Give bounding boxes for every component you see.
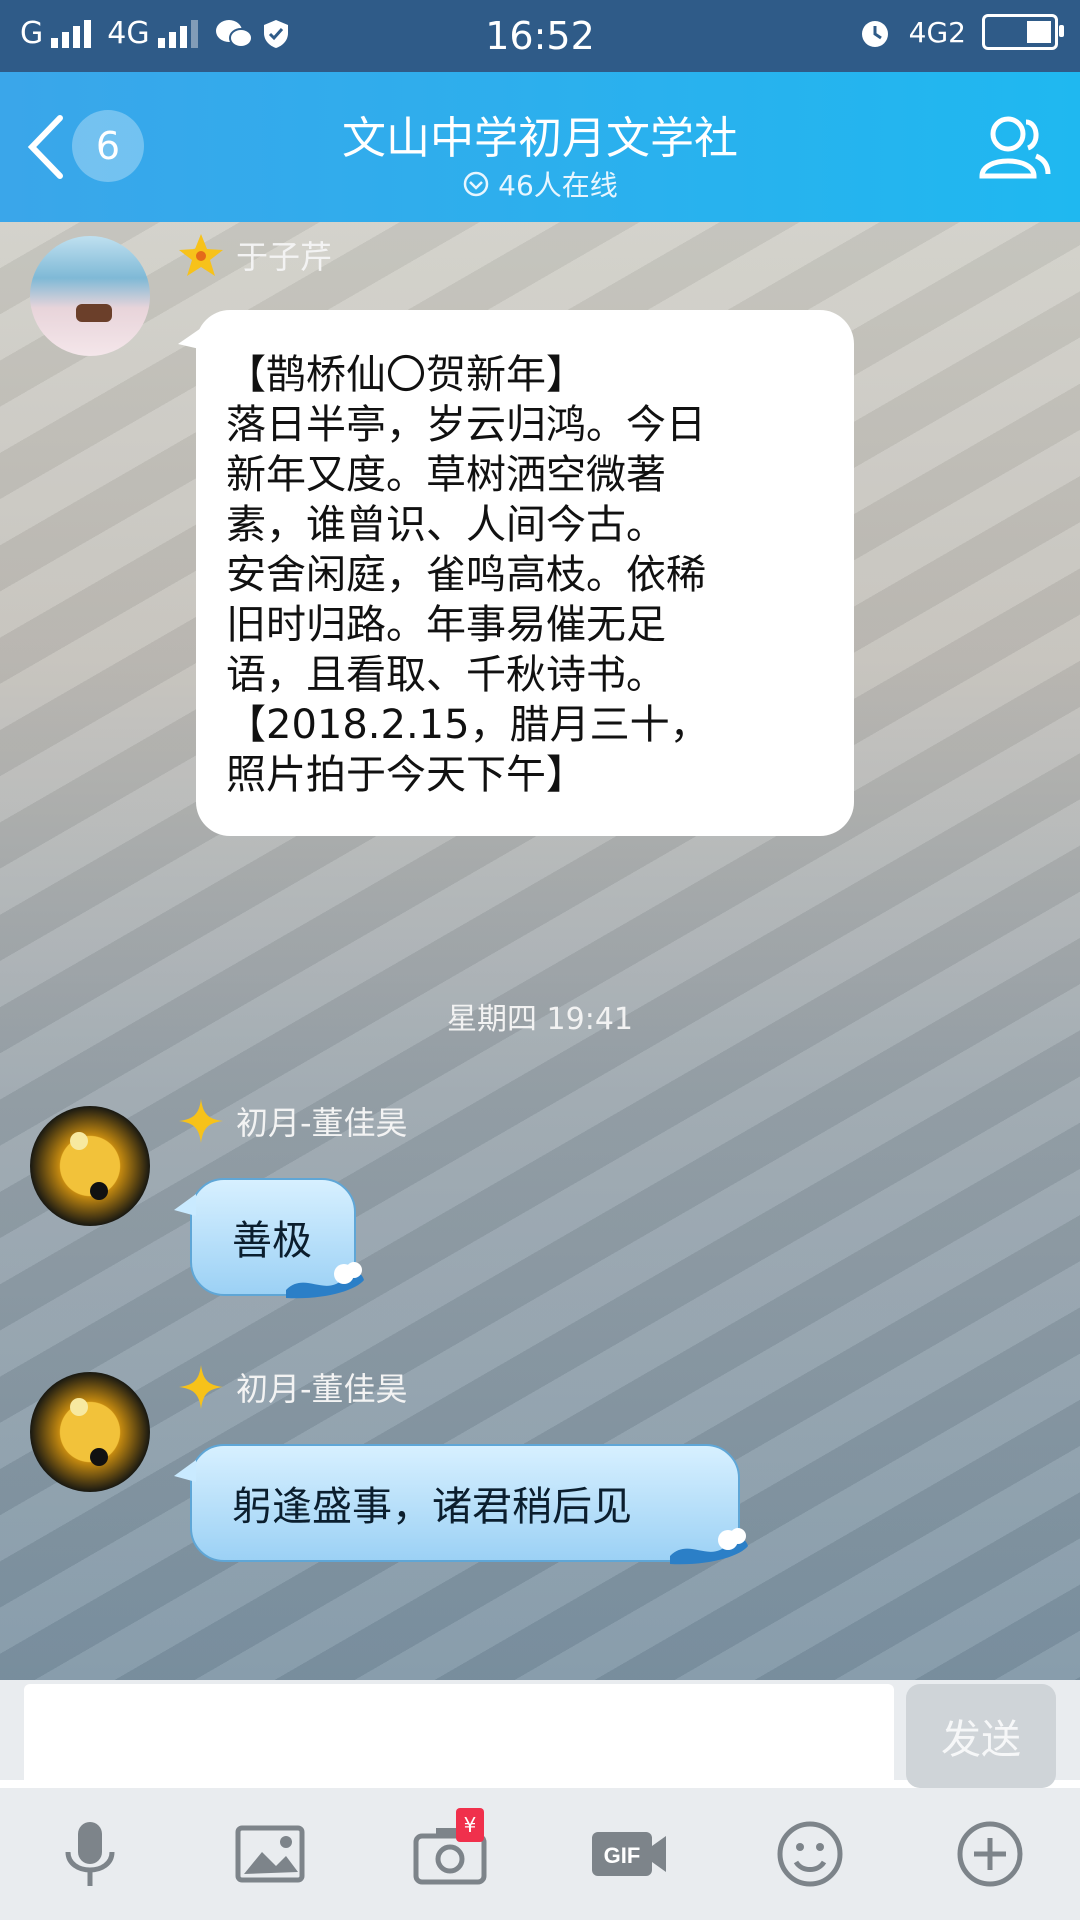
battery-icon [982,14,1064,50]
timestamp: 星期四 19:41 [447,1002,633,1037]
sender-name: 初月-董佳昊 [236,1370,408,1408]
status-bar: G 4G 16:52 4G2 [0,0,1080,72]
message-line: 照片拍于今天下午】 [226,752,586,798]
avatar[interactable] [30,1106,150,1226]
diamond-badge-icon [179,1365,223,1409]
microphone-icon [65,1822,115,1886]
chat-header: 6 文山中学初月文学社 46人在线 [0,72,1080,222]
message-line: 新年又度。草树洒空微著 [226,452,666,498]
network-4g-label: 4G2 [908,15,966,49]
camera-button[interactable]: ¥ [410,1808,490,1894]
emoji-icon [777,1821,843,1887]
plus-icon [957,1821,1023,1887]
red-packet-badge: ¥ [456,1808,484,1842]
alarm-icon [861,21,888,47]
chat-area[interactable]: 于子芹 【鹊桥仙〇贺新年】 落日半亭，岁云归鸿。今日 新年又度。草树洒空微著 素… [0,222,1080,1680]
status-right: 4G2 [857,14,1064,50]
online-status[interactable]: 46人在线 [0,164,1080,204]
sender-row: 于子芹 [178,232,332,278]
star-badge-icon [179,234,223,276]
sender-name: 于子芹 [236,238,333,276]
gif-button[interactable]: GIF [588,1814,668,1894]
group-members-icon[interactable] [974,108,1054,188]
message-bubble[interactable]: 躬逢盛事，诸君稍后见 [174,1444,748,1565]
message-line: 旧时归路。年事易催无足 [226,602,666,648]
message-line: 【鹊桥仙〇贺新年】 [226,352,586,398]
wave-decoration-icon [286,1262,364,1299]
online-count: 46人在线 [498,169,618,202]
image-button[interactable] [230,1814,310,1894]
message-bubble[interactable]: 善极 [174,1178,364,1299]
group-title[interactable]: 文山中学初月文学社 [0,102,1080,166]
send-button[interactable]: 发送 [906,1684,1056,1788]
message-line: 【2018.2.15，腊月三十， [226,702,710,748]
message-line: 语，且看取、千秋诗书。 [226,652,666,698]
sender-name: 初月-董佳昊 [236,1104,408,1142]
avatar[interactable] [30,1372,150,1492]
gif-icon: GIF [592,1832,666,1876]
wave-decoration-icon [670,1528,748,1565]
message-line: 落日半亭，岁云归鸿。今日 [226,402,706,448]
message-input[interactable] [24,1684,894,1790]
svg-text:GIF: GIF [604,1843,641,1868]
input-bar: 发送 [0,1680,1080,1790]
emoji-button[interactable] [770,1814,850,1894]
bottom-toolbar: ¥ GIF [0,1788,1080,1920]
sender-row: 初月-董佳昊 [178,1098,408,1144]
sender-row: 初月-董佳昊 [178,1364,408,1410]
image-icon [235,1825,305,1883]
avatar[interactable] [30,236,150,356]
chevron-circle-icon [463,171,489,197]
diamond-badge-icon [179,1099,223,1143]
message-text: 躬逢盛事，诸君稍后见 [232,1484,632,1530]
voice-button[interactable] [50,1814,130,1894]
message-line: 安舍闲庭，雀鸣高枝。依稀 [226,552,706,598]
more-button[interactable] [950,1814,1030,1894]
message-line: 素，谁曾识、人间今古。 [226,502,666,548]
message-bubble[interactable]: 【鹊桥仙〇贺新年】 落日半亭，岁云归鸿。今日 新年又度。草树洒空微著 素，谁曾识… [178,310,854,836]
